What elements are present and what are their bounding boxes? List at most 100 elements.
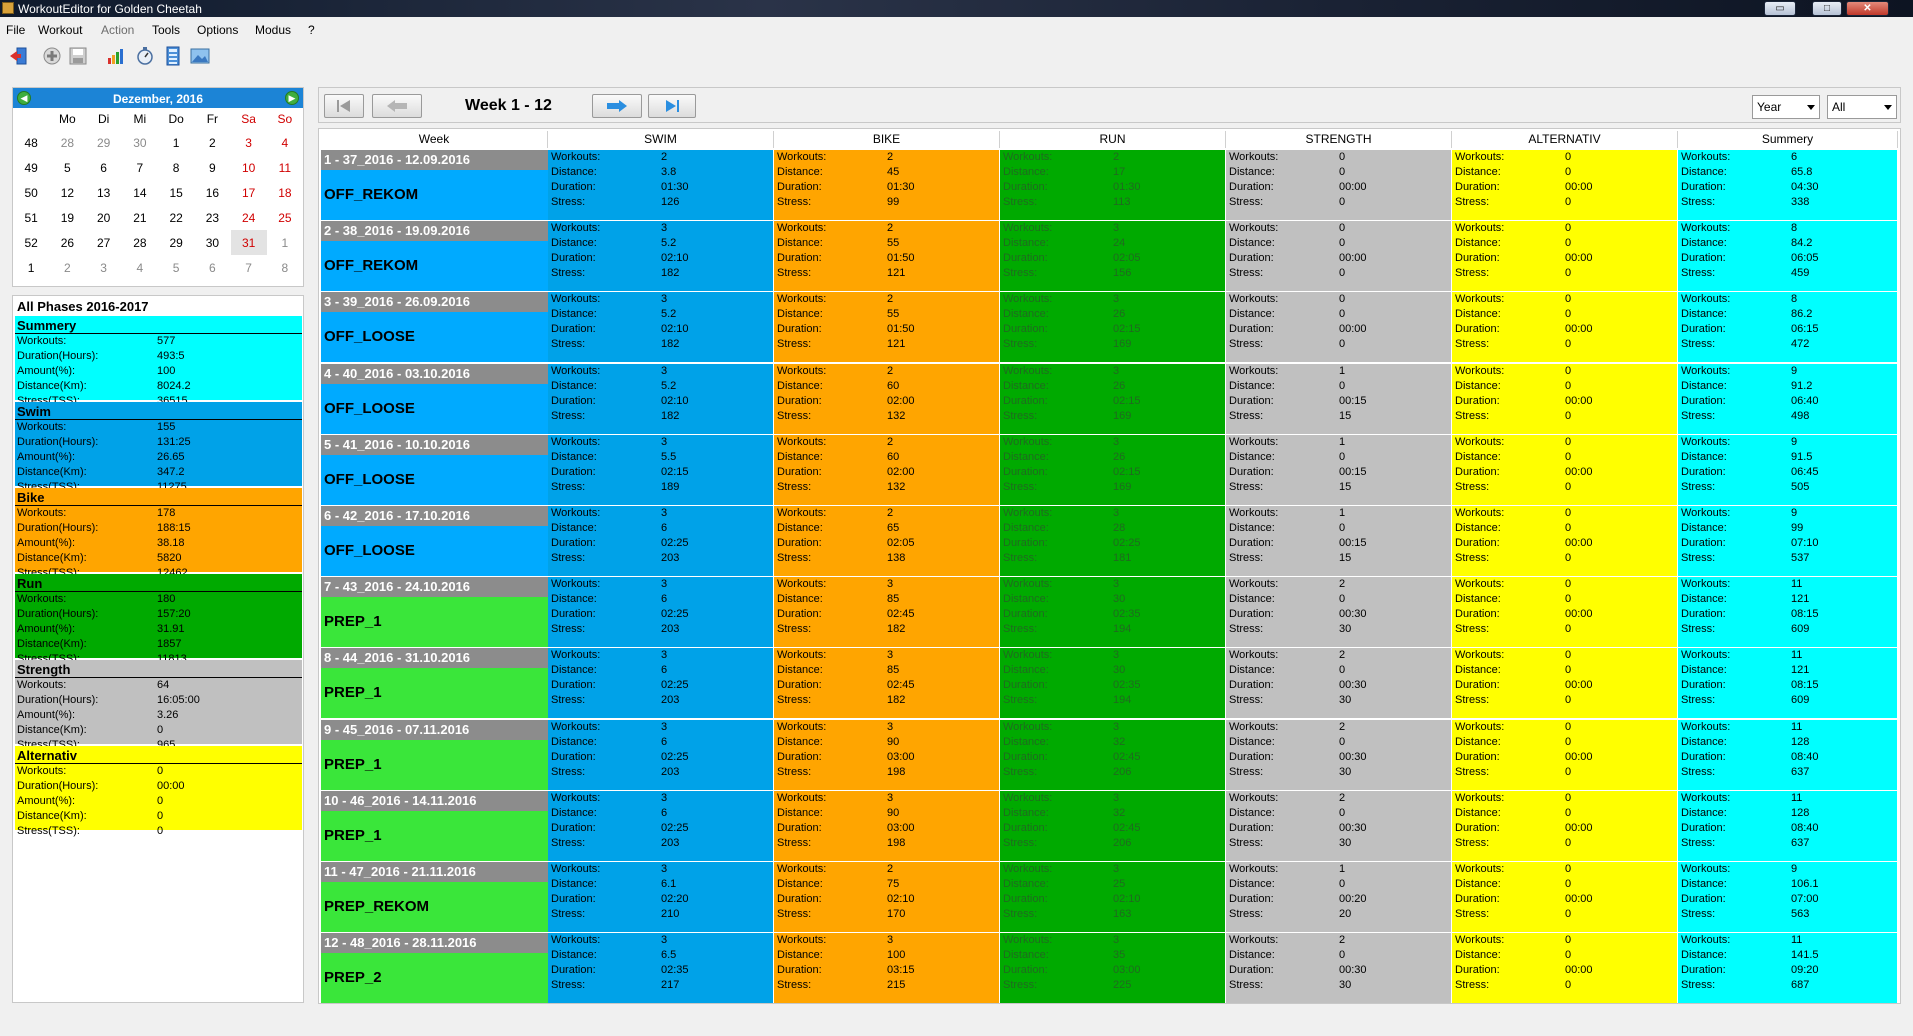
calendar-day[interactable]: 17: [231, 180, 267, 205]
menu-tools[interactable]: Tools: [152, 23, 180, 37]
week-row[interactable]: 10 - 46_2016 - 14.11.2016 PREP_1 Workouts:…: [319, 790, 1900, 862]
week-row[interactable]: 7 - 43_2016 - 24.10.2016 PREP_1 Workouts: 3…: [319, 577, 1900, 649]
cell-alternativ[interactable]: Workouts: 0 Distance: 0 Duration: 00:00 Stress…: [1452, 363, 1678, 435]
cell-summery[interactable]: Workouts: 6 Distance: 65.8 Duration: 04:30 Str…: [1678, 150, 1898, 221]
calendar-day[interactable]: 2: [49, 255, 85, 280]
cell-strength[interactable]: Workouts: 1 Distance: 0 Duration: 00:15 Stress…: [1226, 506, 1452, 577]
cell-run[interactable]: Workouts: 3 Distance: 35 Duration: 03:00 Stres…: [1000, 933, 1226, 1003]
cell-strength[interactable]: Workouts: 2 Distance: 0 Duration: 00:30 Stress…: [1226, 933, 1452, 1003]
menu-workout[interactable]: Workout: [38, 23, 82, 37]
cell-run[interactable]: Workouts: 3 Distance: 25 Duration: 02:10 Stres…: [1000, 862, 1226, 933]
column-header-summery[interactable]: Summery: [1678, 131, 1898, 148]
cell-strength[interactable]: Workouts: 2 Distance: 0 Duration: 00:30 Stress…: [1226, 790, 1452, 862]
week-row[interactable]: 3 - 39_2016 - 26.09.2016 OFF_LOOSE Workout…: [319, 292, 1900, 364]
calendar-month-title[interactable]: Dezember, 2016: [13, 92, 303, 106]
calendar-day[interactable]: 5: [49, 155, 85, 180]
cell-strength[interactable]: Workouts: 2 Distance: 0 Duration: 00:30 Stress…: [1226, 719, 1452, 791]
cell-strength[interactable]: Workouts: 0 Distance: 0 Duration: 00:00 Stress…: [1226, 150, 1452, 221]
menu-help[interactable]: ?: [308, 23, 315, 37]
cell-swim[interactable]: Workouts: 3 Distance: 6 Duration: 02:25 Stress…: [548, 506, 774, 577]
cell-bike[interactable]: Workouts: 3 Distance: 85 Duration: 02:45 Stres…: [774, 577, 1000, 649]
calendar-day[interactable]: 20: [86, 205, 122, 230]
cell-swim[interactable]: Workouts: 2 Distance: 3.8 Duration: 01:30 Stre…: [548, 150, 774, 221]
week-cell[interactable]: 10 - 46_2016 - 14.11.2016 PREP_1: [321, 790, 548, 862]
cell-swim[interactable]: Workouts: 3 Distance: 5.2 Duration: 02:10 Stre…: [548, 363, 774, 435]
calendar-day[interactable]: 12: [49, 180, 85, 205]
calendar-day[interactable]: 7: [231, 255, 267, 280]
cell-summery[interactable]: Workouts: 9 Distance: 91.2 Duration: 06:40 Str…: [1678, 363, 1898, 435]
cell-alternativ[interactable]: Workouts: 0 Distance: 0 Duration: 00:00 Stress…: [1452, 292, 1678, 364]
menu-file[interactable]: File: [6, 23, 25, 37]
week-cell[interactable]: 1 - 37_2016 - 12.09.2016 OFF_REKOM: [321, 150, 548, 221]
cell-strength[interactable]: Workouts: 1 Distance: 0 Duration: 00:15 Stress…: [1226, 434, 1452, 506]
cell-run[interactable]: Workouts: 3 Distance: 32 Duration: 02:45 Stres…: [1000, 790, 1226, 862]
cell-summery[interactable]: Workouts: 11 Distance: 128 Duration: 08:40 Str…: [1678, 719, 1898, 791]
cell-swim[interactable]: Workouts: 3 Distance: 5.2 Duration: 02:10 Stre…: [548, 292, 774, 364]
week-cell[interactable]: 8 - 44_2016 - 31.10.2016 PREP_1: [321, 648, 548, 719]
cell-alternativ[interactable]: Workouts: 0 Distance: 0 Duration: 00:00 Stress…: [1452, 862, 1678, 933]
calendar-day[interactable]: 4: [122, 255, 158, 280]
calendar-day[interactable]: 30: [122, 130, 158, 155]
period-select[interactable]: Year: [1752, 95, 1820, 119]
previous-week-button[interactable]: [372, 94, 422, 118]
add-icon[interactable]: [42, 46, 62, 66]
cell-summery[interactable]: Workouts: 11 Distance: 121 Duration: 08:15 Str…: [1678, 648, 1898, 720]
cell-bike[interactable]: Workouts: 2 Distance: 75 Duration: 02:10 Stres…: [774, 862, 1000, 933]
cell-run[interactable]: Workouts: 2 Distance: 17 Duration: 01:30 Stres…: [1000, 150, 1226, 221]
cell-strength[interactable]: Workouts: 2 Distance: 0 Duration: 00:30 Stress…: [1226, 577, 1452, 649]
week-cell[interactable]: 11 - 47_2016 - 21.11.2016 PREP_REKOM: [321, 862, 548, 933]
cell-summery[interactable]: Workouts: 11 Distance: 121 Duration: 08:15 Str…: [1678, 577, 1898, 649]
week-cell[interactable]: 9 - 45_2016 - 07.11.2016 PREP_1: [321, 719, 548, 791]
week-row[interactable]: 11 - 47_2016 - 21.11.2016 PREP_REKOM Worko…: [319, 862, 1900, 933]
calendar-day[interactable]: 19: [49, 205, 85, 230]
calendar-day[interactable]: 23: [194, 205, 230, 230]
calendar-day[interactable]: 1: [158, 130, 194, 155]
calendar-day[interactable]: 1: [267, 230, 303, 255]
cell-swim[interactable]: Workouts: 3 Distance: 5.5 Duration: 02:15 Stre…: [548, 434, 774, 506]
close-button[interactable]: ✕: [1846, 1, 1889, 16]
cell-swim[interactable]: Workouts: 3 Distance: 6 Duration: 02:25 Stress…: [548, 790, 774, 862]
column-header-week[interactable]: Week: [321, 131, 548, 148]
calendar-day[interactable]: 6: [194, 255, 230, 280]
calendar-day[interactable]: 21: [122, 205, 158, 230]
week-row[interactable]: 9 - 45_2016 - 07.11.2016 PREP_1 Workouts: 3…: [319, 719, 1900, 791]
cell-alternativ[interactable]: Workouts: 0 Distance: 0 Duration: 00:00 Stress…: [1452, 221, 1678, 293]
cell-bike[interactable]: Workouts: 2 Distance: 55 Duration: 01:50 Stres…: [774, 292, 1000, 364]
week-cell[interactable]: 3 - 39_2016 - 26.09.2016 OFF_LOOSE: [321, 292, 548, 363]
cell-run[interactable]: Workouts: 3 Distance: 28 Duration: 02:25 Stres…: [1000, 506, 1226, 577]
calendar-day[interactable]: 28: [49, 130, 85, 155]
cell-summery[interactable]: Workouts: 11 Distance: 128 Duration: 08:40 Str…: [1678, 790, 1898, 862]
cell-summery[interactable]: Workouts: 8 Distance: 84.2 Duration: 06:05 Str…: [1678, 221, 1898, 293]
cell-summery[interactable]: Workouts: 8 Distance: 86.2 Duration: 06:15 Str…: [1678, 292, 1898, 364]
cell-strength[interactable]: Workouts: 1 Distance: 0 Duration: 00:20 Stress…: [1226, 862, 1452, 933]
cell-alternativ[interactable]: Workouts: 0 Distance: 0 Duration: 00:00 Stress…: [1452, 577, 1678, 649]
next-week-button[interactable]: [592, 94, 642, 118]
cell-alternativ[interactable]: Workouts: 0 Distance: 0 Duration: 00:00 Stress…: [1452, 648, 1678, 720]
cell-run[interactable]: Workouts: 3 Distance: 30 Duration: 02:35 Stres…: [1000, 577, 1226, 649]
cell-run[interactable]: Workouts: 3 Distance: 24 Duration: 02:05 Stres…: [1000, 221, 1226, 293]
column-header-swim[interactable]: SWIM: [548, 131, 774, 148]
chart-icon[interactable]: [106, 46, 126, 66]
calendar-day[interactable]: 29: [86, 130, 122, 155]
cell-swim[interactable]: Workouts: 3 Distance: 6.5 Duration: 02:35 Stre…: [548, 933, 774, 1003]
calendar-day[interactable]: 27: [86, 230, 122, 255]
cell-summery[interactable]: Workouts: 9 Distance: 106.1 Duration: 07:00 St…: [1678, 862, 1898, 933]
first-week-button[interactable]: [324, 94, 364, 118]
cell-bike[interactable]: Workouts: 2 Distance: 55 Duration: 01:50 Stres…: [774, 221, 1000, 293]
calendar-day[interactable]: 2: [194, 130, 230, 155]
exit-icon[interactable]: [8, 46, 28, 66]
cell-bike[interactable]: Workouts: 2 Distance: 60 Duration: 02:00 Stres…: [774, 434, 1000, 506]
week-row[interactable]: 4 - 40_2016 - 03.10.2016 OFF_LOOSE Workout…: [319, 363, 1900, 435]
cell-bike[interactable]: Workouts: 2 Distance: 45 Duration: 01:30 Stres…: [774, 150, 1000, 221]
calendar-next-month-icon[interactable]: ▶: [285, 91, 299, 105]
week-cell[interactable]: 12 - 48_2016 - 28.11.2016 PREP_2: [321, 933, 548, 1003]
week-cell[interactable]: 4 - 40_2016 - 03.10.2016 OFF_LOOSE: [321, 363, 548, 435]
cell-bike[interactable]: Workouts: 3 Distance: 90 Duration: 03:00 Stres…: [774, 790, 1000, 862]
calendar-day[interactable]: 13: [86, 180, 122, 205]
cell-swim[interactable]: Workouts: 3 Distance: 5.2 Duration: 02:10 Stre…: [548, 221, 774, 293]
week-cell[interactable]: 7 - 43_2016 - 24.10.2016 PREP_1: [321, 577, 548, 648]
cell-alternativ[interactable]: Workouts: 0 Distance: 0 Duration: 00:00 Stress…: [1452, 719, 1678, 791]
cell-strength[interactable]: Workouts: 0 Distance: 0 Duration: 00:00 Stress…: [1226, 292, 1452, 364]
week-cell[interactable]: 6 - 42_2016 - 17.10.2016 OFF_LOOSE: [321, 506, 548, 577]
calculator-icon[interactable]: [163, 46, 183, 66]
